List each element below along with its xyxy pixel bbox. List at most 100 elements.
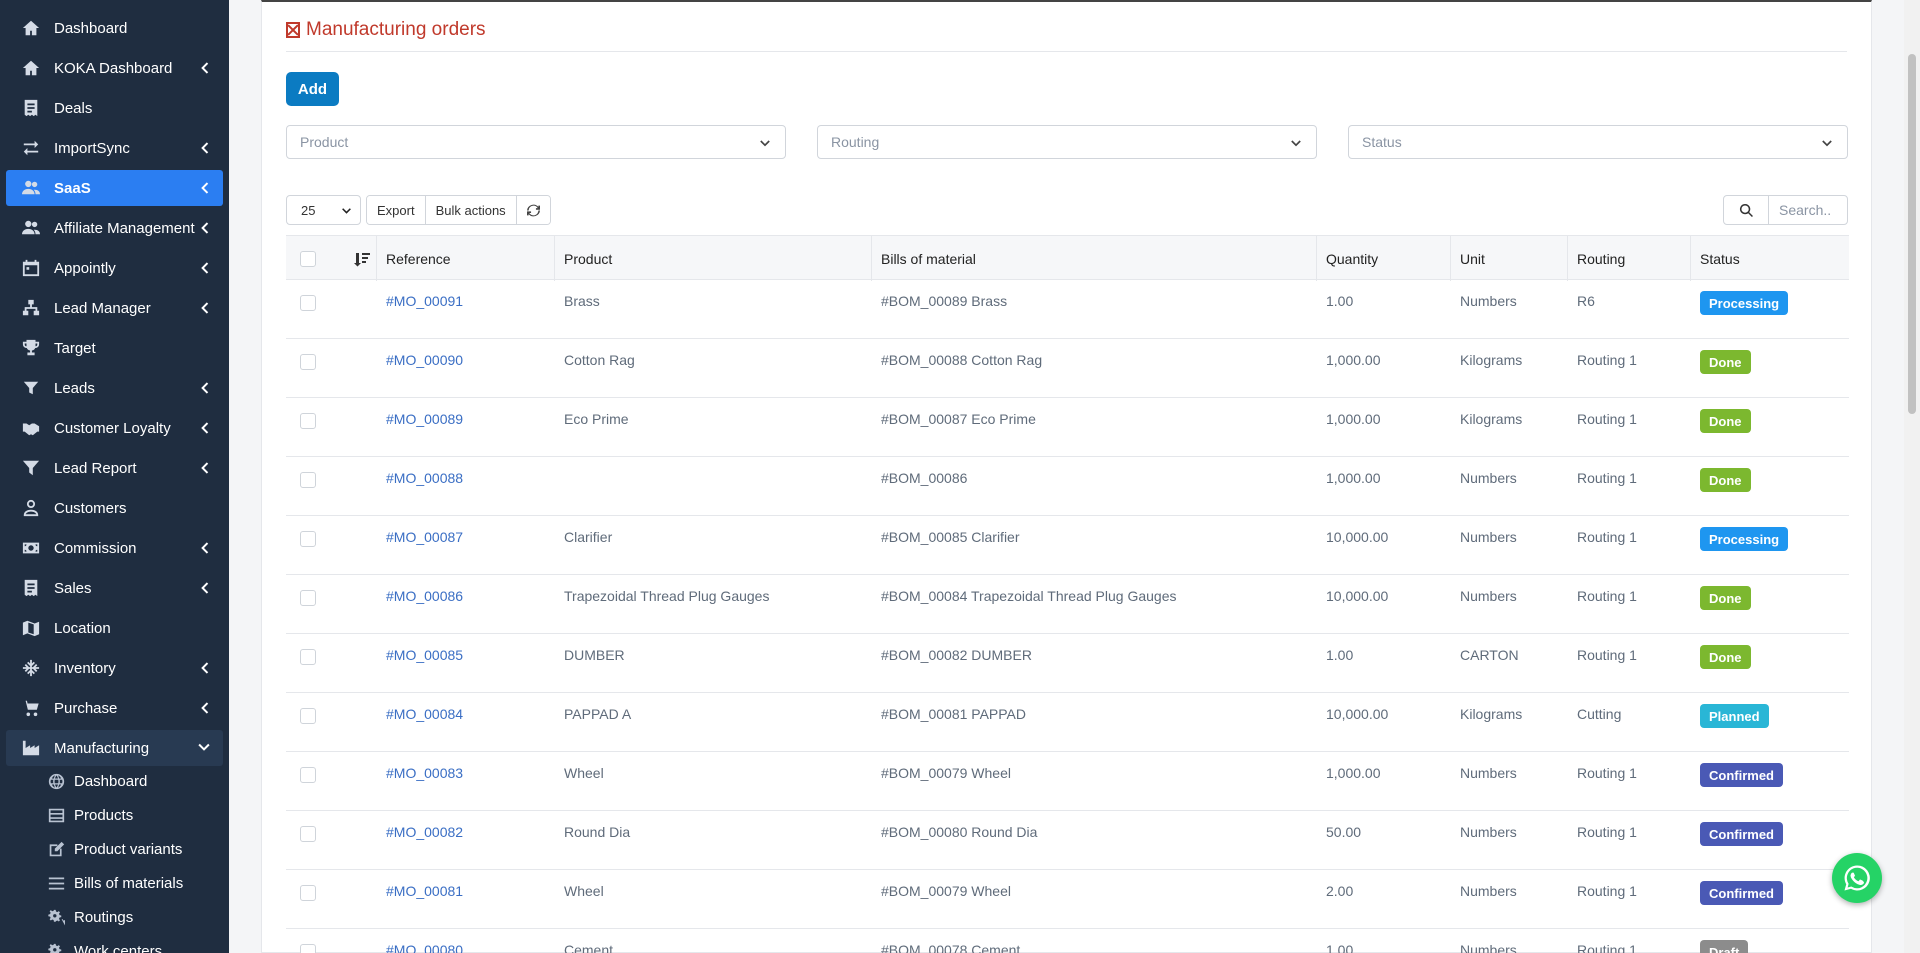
row-checkbox[interactable] (300, 885, 316, 901)
row-cell-select (300, 944, 316, 953)
row-checkbox[interactable] (300, 354, 316, 370)
sidebar-item-appointly[interactable]: Appointly (6, 250, 223, 286)
routing-filter[interactable]: Routing (817, 125, 1317, 159)
chevron-left-icon (197, 221, 211, 235)
sidebar-subitem-dashboard[interactable]: Dashboard (48, 767, 147, 795)
header-routing[interactable]: Routing (1567, 236, 1625, 281)
sidebar-subitem-bills-of-materials[interactable]: Bills of materials (48, 869, 183, 897)
sidebar-subitem-label: Work centers (74, 942, 163, 953)
sidebar-item-leads[interactable]: Leads (6, 370, 223, 406)
cogs-icon (48, 943, 63, 953)
row-checkbox[interactable] (300, 708, 316, 724)
header-unit[interactable]: Unit (1450, 236, 1485, 281)
reference-link[interactable]: #MO_00083 (376, 765, 463, 781)
sidebar-item-sales[interactable]: Sales (6, 570, 223, 606)
sidebar-subitem-routings[interactable]: Routings (48, 903, 133, 931)
header-product[interactable]: Product (554, 236, 612, 281)
header-bom[interactable]: Bills of material (871, 236, 976, 281)
header-quantity[interactable]: Quantity (1316, 236, 1378, 281)
sidebar-subitem-label: Products (74, 806, 134, 824)
row-checkbox[interactable] (300, 767, 316, 783)
sidebar-item-inventory[interactable]: Inventory (6, 650, 223, 686)
bom-cell: #BOM_00078 Cement (881, 942, 1021, 953)
refresh-button[interactable] (516, 196, 550, 224)
header-reference[interactable]: Reference (376, 236, 451, 281)
reference-link[interactable]: #MO_00081 (376, 883, 463, 899)
chevron-down-icon (759, 137, 771, 149)
reference-link[interactable]: #MO_00082 (376, 824, 463, 840)
sidebar-item-koka-dashboard[interactable]: KOKA Dashboard (6, 50, 223, 86)
sidebar-item-purchase[interactable]: Purchase (6, 690, 223, 726)
whatsapp-button[interactable] (1832, 853, 1882, 903)
reference-link[interactable]: #MO_00080 (376, 942, 463, 953)
reference-link[interactable]: #MO_00085 (376, 647, 463, 663)
select-all-checkbox[interactable] (300, 250, 316, 267)
reference-link[interactable]: #MO_00088 (376, 470, 463, 486)
orders-table: Reference Product Bills of material Quan… (286, 235, 1849, 953)
sidebar-item-label: Purchase (54, 699, 118, 717)
chevron-down-icon (1290, 137, 1302, 149)
row-checkbox[interactable] (300, 944, 316, 953)
quantity-cell: 1.00 (1326, 293, 1354, 309)
routing-cell: R6 (1577, 293, 1595, 309)
search-button[interactable] (1723, 195, 1769, 225)
row-cell-select (300, 354, 316, 370)
row-checkbox[interactable] (300, 590, 316, 606)
table-row: #MO_00083 Wheel #BOM_00079 Wheel 1,000.00 Nu… (286, 752, 1849, 811)
sidebar-subitem-product-variants[interactable]: Product variants (48, 835, 182, 863)
reference-link[interactable]: #MO_00090 (376, 352, 463, 368)
chevron-left-icon (197, 581, 211, 595)
page-scrollbar[interactable] (1904, 0, 1920, 953)
row-checkbox[interactable] (300, 826, 316, 842)
reference-link[interactable]: #MO_00089 (376, 411, 463, 427)
filter-icon (20, 458, 42, 478)
search-input[interactable] (1768, 195, 1848, 225)
quantity-cell: 50.00 (1326, 824, 1362, 840)
sidebar-item-customer-loyalty[interactable]: Customer Loyalty (6, 410, 223, 446)
product-filter[interactable]: Product (286, 125, 786, 159)
header-status[interactable]: Status (1690, 236, 1740, 281)
sidebar-item-label: Dashboard (54, 19, 128, 37)
row-checkbox[interactable] (300, 649, 316, 665)
sidebar-subitem-label: Bills of materials (74, 874, 184, 892)
sidebar-item-affiliate-management[interactable]: Affiliate Management (6, 210, 223, 246)
sidebar-item-customers[interactable]: Customers (6, 490, 223, 526)
row-checkbox[interactable] (300, 531, 316, 547)
sidebar-item-commission[interactable]: Commission (6, 530, 223, 566)
row-checkbox[interactable] (300, 472, 316, 488)
status-filter[interactable]: Status (1348, 125, 1848, 159)
sidebar-item-importsync[interactable]: ImportSync (6, 130, 223, 166)
scrollbar-thumb[interactable] (1908, 54, 1916, 414)
sidebar-item-manufacturing[interactable]: Manufacturing (6, 730, 223, 766)
sitemap-icon (20, 298, 42, 318)
sidebar-item-dashboard[interactable]: Dashboard (6, 10, 223, 46)
sidebar-item-target[interactable]: Target (6, 330, 223, 366)
quantity-cell: 1,000.00 (1326, 765, 1381, 781)
sidebar-item-label: Leads (54, 379, 95, 397)
add-button[interactable]: Add (286, 72, 339, 106)
home-icon (20, 58, 42, 78)
bulk-actions-button[interactable]: Bulk actions (425, 196, 517, 224)
sidebar-item-lead-report[interactable]: Lead Report (6, 450, 223, 486)
reference-link[interactable]: #MO_00087 (376, 529, 463, 545)
row-checkbox[interactable] (300, 413, 316, 429)
row-checkbox[interactable] (300, 295, 316, 311)
sidebar-item-lead-manager[interactable]: Lead Manager (6, 290, 223, 326)
reference-link[interactable]: #MO_00086 (376, 588, 463, 604)
sidebar-item-label: Commission (54, 539, 137, 557)
column-toggle-icon[interactable] (354, 251, 370, 267)
user-icon (20, 498, 42, 518)
sidebar-subitem-products[interactable]: Products (48, 801, 133, 829)
product-cell: Eco Prime (564, 411, 629, 427)
page-size-select[interactable]: 25 (286, 195, 361, 225)
sidebar-item-deals[interactable]: Deals (6, 90, 223, 126)
sidebar-item-location[interactable]: Location (6, 610, 223, 646)
export-button[interactable]: Export (367, 196, 426, 224)
sidebar-item-saas[interactable]: SaaS (6, 170, 223, 206)
reference-link[interactable]: #MO_00091 (376, 293, 463, 309)
product-cell: Wheel (564, 765, 604, 781)
users-icon (20, 178, 42, 198)
reference-link[interactable]: #MO_00084 (376, 706, 463, 722)
sidebar-item-label: Deals (54, 99, 93, 117)
sidebar-subitem-work-centers[interactable]: Work centers (48, 937, 162, 953)
